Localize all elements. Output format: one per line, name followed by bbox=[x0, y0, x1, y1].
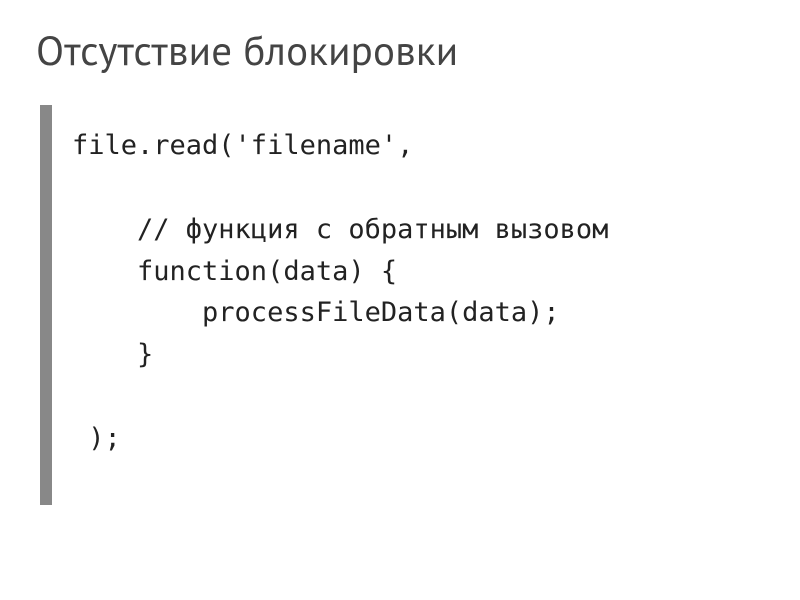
slide-title: Отсутствие блокировки bbox=[36, 24, 764, 77]
code-line: // функция с обратным вызовом bbox=[72, 214, 608, 245]
code-line: processFileData(data); bbox=[72, 297, 560, 328]
code-line: } bbox=[72, 339, 153, 370]
presentation-slide: Отсутствие блокировки file.read('filenam… bbox=[0, 0, 800, 600]
code-block: file.read('filename', // функция с обрат… bbox=[40, 105, 764, 505]
code-line: function(data) { bbox=[72, 256, 397, 287]
code-content: file.read('filename', // функция с обрат… bbox=[72, 125, 744, 460]
code-line: ); bbox=[72, 423, 121, 454]
code-line: file.read('filename', bbox=[72, 130, 413, 161]
